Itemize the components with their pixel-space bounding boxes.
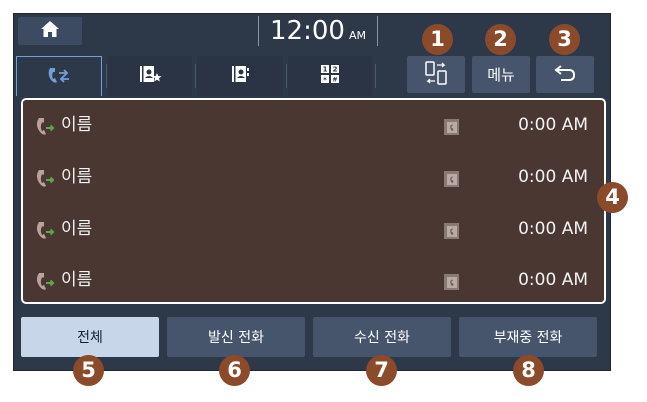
outgoing-call-icon [35, 220, 57, 240]
mobile-icon [443, 168, 461, 188]
tab-call-log[interactable] [16, 56, 102, 96]
mobile-icon [443, 271, 461, 291]
tab-contacts[interactable] [197, 56, 283, 96]
keypad-icon: 1 2 * # [320, 64, 340, 88]
call-time: 0:00 AM [518, 270, 588, 290]
call-log-row[interactable]: 이름 0:00 AM [23, 204, 604, 255]
phone-screen: 12:00 AM 1 2 * # 메뉴 이름 0:00 AM 이름 0:00 A… [13, 13, 611, 371]
home-icon [40, 20, 60, 42]
mobile-icon [443, 220, 461, 240]
mobile-icon [443, 116, 461, 136]
tab-divider [195, 64, 196, 88]
callout-8: 8 [513, 355, 544, 386]
phone-switch-icon [424, 60, 448, 90]
clock-ampm: AM [348, 29, 366, 42]
switch-phone-button[interactable] [407, 56, 465, 93]
callout-5: 5 [73, 355, 104, 386]
outgoing-call-icon [35, 168, 57, 188]
contact-name: 이름 [61, 115, 93, 135]
call-log-row[interactable]: 이름 0:00 AM [23, 255, 604, 302]
svg-text:#: # [332, 76, 337, 84]
callout-2: 2 [485, 24, 516, 55]
clock: 12:00 AM [258, 16, 378, 46]
tab-divider [286, 64, 287, 88]
clock-time: 12:00 [270, 16, 345, 46]
call-time: 0:00 AM [518, 115, 588, 135]
call-log-list[interactable]: 이름 0:00 AM 이름 0:00 AM 이름 0:00 AM 이름 0:00… [21, 98, 606, 304]
tab-keypad[interactable]: 1 2 * # [288, 56, 372, 96]
filter-incoming-button[interactable]: 수신 전화 [313, 317, 451, 357]
call-time: 0:00 AM [518, 219, 588, 239]
call-log-row[interactable]: 이름 0:00 AM [23, 152, 604, 203]
filter-outgoing-button[interactable]: 발신 전화 [167, 317, 305, 357]
contact-name: 이름 [61, 219, 93, 239]
filter-all-button[interactable]: 전체 [21, 317, 159, 357]
back-button[interactable] [536, 56, 594, 93]
svg-text:1: 1 [323, 66, 328, 74]
outgoing-call-icon [35, 116, 57, 136]
tab-divider [106, 64, 107, 88]
contact-name: 이름 [61, 167, 93, 187]
callout-4: 4 [597, 182, 628, 213]
tab-favorites[interactable] [108, 56, 192, 96]
filter-missed-button[interactable]: 부재중 전화 [459, 317, 597, 357]
callout-7: 7 [366, 355, 397, 386]
call-log-row[interactable]: 이름 0:00 AM [23, 100, 604, 151]
menu-button[interactable]: 메뉴 [472, 56, 530, 93]
svg-text:2: 2 [333, 66, 338, 74]
status-bar: 12:00 AM [14, 14, 612, 48]
back-arrow-icon [553, 64, 577, 86]
tab-bar: 1 2 * # 메뉴 [14, 56, 612, 96]
tab-divider [375, 64, 376, 88]
outgoing-call-icon [35, 271, 57, 291]
callout-6: 6 [219, 355, 250, 386]
callout-3: 3 [549, 24, 580, 55]
favorites-icon [138, 64, 162, 88]
home-button[interactable] [18, 17, 82, 45]
contacts-icon [229, 64, 251, 88]
svg-text:*: * [323, 76, 327, 84]
callout-1: 1 [422, 24, 453, 55]
contact-name: 이름 [61, 270, 93, 290]
call-log-icon [46, 65, 72, 89]
call-time: 0:00 AM [518, 167, 588, 187]
